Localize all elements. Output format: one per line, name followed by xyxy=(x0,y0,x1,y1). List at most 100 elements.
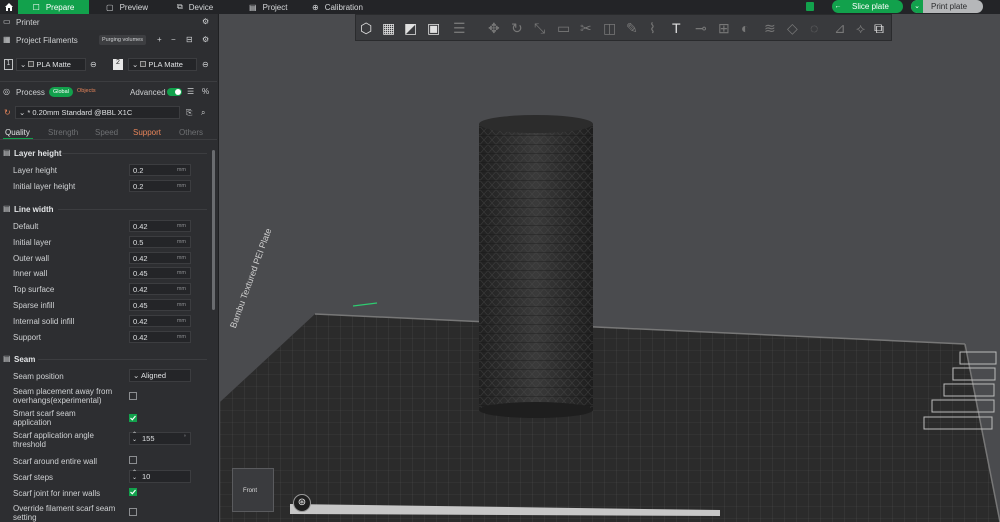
printer-label: Printer xyxy=(16,18,40,27)
project-filaments-header: ▦ Project Filaments Purging volumes + − … xyxy=(0,32,217,48)
line-width-support-input[interactable]: 0.42 mm xyxy=(129,331,191,343)
tab-prepare[interactable]: ☐ Prepare xyxy=(18,0,89,14)
fuzzy-skin-icon[interactable]: ◇ xyxy=(787,20,798,37)
bambu-icon[interactable] xyxy=(806,2,814,11)
line-width-default-input[interactable]: 0.42 mm xyxy=(129,220,191,232)
tab-support[interactable]: Support xyxy=(133,128,161,137)
variable-layer-icon[interactable]: ≋ xyxy=(764,20,776,37)
field-value: 10 xyxy=(142,472,151,481)
field-value: 0.42 xyxy=(133,222,148,231)
chevron-down-icon: ⌄ xyxy=(132,60,141,69)
auto-orient-icon[interactable]: ◩ xyxy=(404,20,417,37)
printer-section-header[interactable]: ▭ Printer ⚙ xyxy=(0,14,217,30)
chevron-down-icon: ⌄ xyxy=(911,0,923,13)
tab-strength[interactable]: Strength xyxy=(48,128,78,137)
grid-icon[interactable]: ▦ xyxy=(382,20,395,37)
override-scarf-checkbox[interactable] xyxy=(129,508,137,516)
search-icon[interactable]: ⌕ xyxy=(201,108,205,118)
connector-icon[interactable]: ⊿ xyxy=(834,20,846,37)
line-width-sparse-input[interactable]: 0.45 mm xyxy=(129,299,191,311)
move-icon[interactable]: ✥ xyxy=(488,20,500,37)
layer-height-input[interactable]: 0.2 mm xyxy=(129,164,191,176)
field-value: 155 xyxy=(142,434,155,443)
seam-away-checkbox[interactable] xyxy=(129,392,137,400)
tab-label: Preview xyxy=(119,2,149,12)
scarf-around-checkbox[interactable] xyxy=(129,456,137,464)
split-icon[interactable]: ☰ xyxy=(453,20,466,37)
purging-volumes-button[interactable]: Purging volumes xyxy=(99,35,146,45)
line-width-initial-input[interactable]: 0.5 mm xyxy=(129,236,191,248)
save-icon[interactable]: ⎘ xyxy=(186,108,192,118)
initial-layer-height-input[interactable]: 0.2 mm xyxy=(129,180,191,192)
stepper-icon: ⌃ ⌄ xyxy=(132,470,138,481)
objects-toggle[interactable]: Objects xyxy=(77,88,96,94)
tab-label: Calibration xyxy=(324,2,363,12)
preset-select[interactable]: ⌄ * 0.20mm Standard @BBL X1C xyxy=(15,106,180,119)
slice-plate-button[interactable]: ← Slice plate xyxy=(832,0,903,13)
gear-icon[interactable]: ⚙ xyxy=(202,35,209,44)
scarf-angle-stepper[interactable]: ⌃ ⌄ 155 ° xyxy=(129,432,191,445)
percent-icon[interactable]: % xyxy=(202,87,209,96)
scarf-inner-checkbox[interactable] xyxy=(129,488,137,496)
printer-icon: ▭ xyxy=(3,17,11,26)
explode-icon[interactable]: ⟡ xyxy=(856,20,865,37)
home-button[interactable] xyxy=(0,0,17,14)
remove-icon[interactable]: − xyxy=(171,35,176,44)
remove-filament-icon[interactable]: ⊖ xyxy=(202,60,209,69)
tab-label: Project xyxy=(262,2,288,12)
rotate-icon[interactable]: ↻ xyxy=(511,20,523,37)
seam-paint-icon[interactable]: ⌇ xyxy=(649,20,656,37)
unit-label: mm xyxy=(176,223,186,229)
seam-position-select[interactable]: ⌄ Aligned xyxy=(129,369,191,382)
add-icon[interactable]: + xyxy=(157,35,162,44)
add-object-icon[interactable]: ⬡ xyxy=(360,20,372,37)
print-plate-button[interactable]: ⌄ Print plate xyxy=(911,0,983,13)
lay-on-face-icon[interactable]: ▭ xyxy=(557,20,570,37)
mesh-boolean-icon[interactable]: ◫ xyxy=(603,20,616,37)
brim-ears-icon[interactable]: ◌ xyxy=(810,20,818,36)
arrange-icon[interactable]: ▣ xyxy=(427,20,440,37)
line-width-inner-input[interactable]: 0.45 mm xyxy=(129,267,191,279)
line-width-top-input[interactable]: 0.42 mm xyxy=(129,283,191,295)
setting-label: Seam position xyxy=(13,372,64,381)
view-options-icon[interactable]: ⧉ xyxy=(874,20,884,37)
filament-select[interactable]: ⌄ PLA Matte xyxy=(16,58,86,71)
scarf-steps-stepper[interactable]: ⌃ ⌄ 10 xyxy=(129,470,191,483)
scrollbar[interactable] xyxy=(212,150,215,310)
list-icon[interactable]: ☰ xyxy=(187,87,194,96)
filament-select[interactable]: ⌄ PLA Matte xyxy=(128,58,197,71)
smart-scarf-checkbox[interactable] xyxy=(129,414,137,422)
assembly-icon[interactable]: ⊞ xyxy=(718,20,730,37)
print-plate-label: Print plate xyxy=(931,2,968,11)
chevron-down-icon: ⌄ xyxy=(20,60,29,69)
remove-filament-icon[interactable]: ⊖ xyxy=(90,60,97,69)
layer-height-title: Layer height xyxy=(14,149,62,158)
line-width-outer-input[interactable]: 0.42 mm xyxy=(129,252,191,264)
orientation-cube[interactable]: Front xyxy=(232,468,274,512)
tab-quality[interactable]: Quality xyxy=(5,128,30,137)
unit-label: mm xyxy=(176,270,186,276)
text-icon[interactable]: T xyxy=(672,20,681,36)
tab-device[interactable]: ⧉ Device xyxy=(177,0,213,14)
tab-others[interactable]: Others xyxy=(179,128,203,137)
edit-icon[interactable]: ⊟ xyxy=(186,35,193,44)
unit-label: mm xyxy=(176,286,186,292)
gear-icon[interactable]: ⚙ xyxy=(202,17,209,26)
support-paint-icon[interactable]: ✎ xyxy=(626,20,638,37)
measure-icon[interactable]: ⊸ xyxy=(695,20,707,37)
process-label: Process xyxy=(16,88,45,97)
refresh-icon[interactable]: ↻ xyxy=(4,108,11,117)
tab-speed[interactable]: Speed xyxy=(95,128,118,137)
camera-reset-icon[interactable]: ⊛ xyxy=(293,494,311,512)
tab-calibration[interactable]: ⊕ Calibration xyxy=(312,0,363,14)
cut-icon[interactable]: ✂ xyxy=(580,20,592,37)
preset-name: * 0.20mm Standard @BBL X1C xyxy=(27,108,133,117)
tab-preview[interactable]: ▢ Preview xyxy=(106,0,148,14)
tab-project[interactable]: ▤ Project xyxy=(249,0,287,14)
3d-viewport[interactable]: ⬡ ▦ ◩ ▣ ☰ ✥ ↻ ⤡ ▭ ✂ ◫ ✎ ⌇ T ⊸ ⊞ ◐ ≋ ◇ ◌ … xyxy=(220,14,1000,522)
advanced-toggle[interactable] xyxy=(167,88,182,96)
color-paint-icon[interactable]: ◐ xyxy=(741,20,749,36)
global-toggle[interactable]: Global xyxy=(49,87,73,97)
scale-icon[interactable]: ⤡ xyxy=(534,20,545,37)
line-width-solid-input[interactable]: 0.42 mm xyxy=(129,315,191,327)
